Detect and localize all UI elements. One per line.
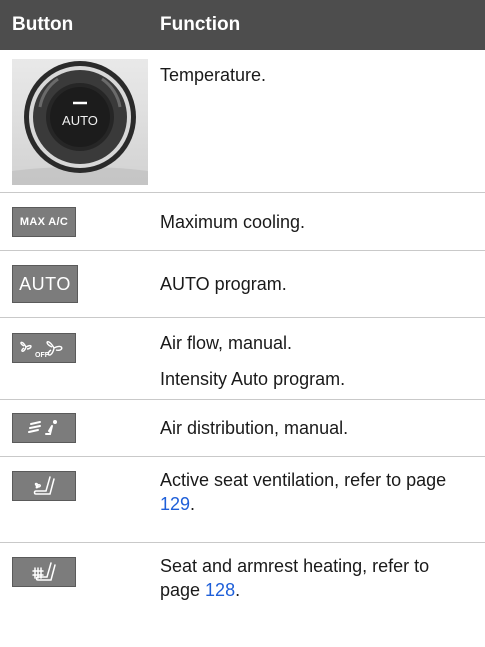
function-text: Temperature. — [160, 65, 267, 85]
function-text: AUTO program. — [160, 274, 287, 294]
air-distribution-icon — [12, 413, 76, 443]
fan-off-label: OFF — [35, 352, 50, 359]
function-table: Button Function AUTO Temperature. MAX A/… — [0, 0, 485, 647]
seat-heating-icon — [12, 557, 76, 587]
page-link-129[interactable]: 129 — [160, 494, 190, 514]
table-header: Button Function — [0, 0, 485, 50]
max-ac-button: MAX A/C — [12, 206, 76, 237]
table-row: Seat and armrest heating, refer to page … — [0, 543, 485, 647]
table-row: Active seat ventilation, refer to page 1… — [0, 457, 485, 543]
fan-off-fan-icon: OFF — [12, 333, 76, 363]
function-text: Maximum cooling. — [160, 211, 306, 232]
function-text: Air distribution, manual. — [160, 418, 349, 438]
table-row: Air distribution, manual. — [0, 400, 485, 457]
table-row: OFF Air flow, manual. Intensity Auto pro… — [0, 318, 485, 400]
knob-auto-label: AUTO — [62, 113, 98, 128]
temperature-knob-icon: AUTO — [12, 59, 148, 185]
table-row: AUTO AUTO program. — [0, 251, 485, 318]
function-text: Seat and armrest heating, refer to page … — [160, 556, 430, 600]
function-text: Active seat ventilation, refer to page 1… — [160, 470, 447, 514]
auto-button: AUTO — [12, 265, 78, 303]
function-text: Air flow, manual. — [160, 333, 293, 353]
seat-ventilation-icon — [12, 471, 76, 501]
header-button: Button — [12, 14, 74, 35]
page-link-128[interactable]: 128 — [205, 580, 235, 600]
function-text-secondary: Intensity Auto program. — [160, 369, 346, 389]
table-row: MAX A/C Maximum cooling. — [0, 193, 485, 251]
table-row: AUTO Temperature. — [0, 50, 485, 193]
header-function: Function — [160, 14, 241, 35]
